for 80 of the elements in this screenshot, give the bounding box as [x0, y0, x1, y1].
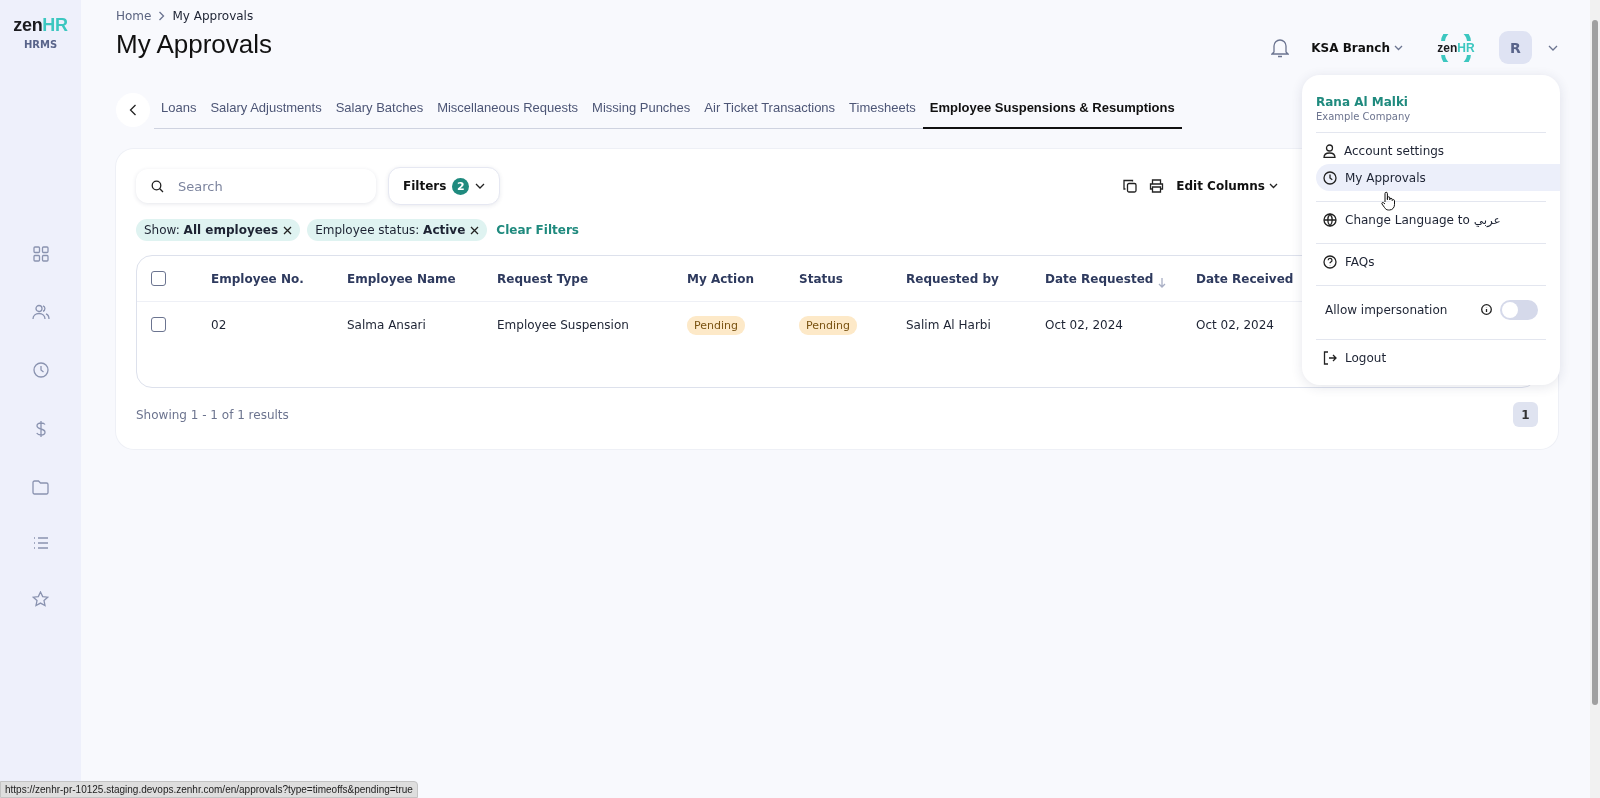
list-icon[interactable]	[32, 537, 49, 549]
toggle-switch[interactable]	[1500, 299, 1538, 320]
column-header[interactable]: Requested by	[906, 271, 999, 286]
filter-chip: Employee status: Active	[307, 219, 488, 241]
column-header[interactable]: Employee No.	[211, 271, 304, 286]
scrollbar[interactable]	[1590, 0, 1600, 798]
search-field[interactable]: Search	[136, 169, 376, 203]
remove-icon[interactable]	[283, 225, 293, 235]
column-header[interactable]: Date Requested	[1045, 271, 1154, 286]
info-icon[interactable]	[1481, 304, 1493, 315]
tab[interactable]: Salary Batches	[328, 90, 431, 129]
globe-icon	[1323, 212, 1337, 227]
company-logo: zenHR	[1433, 33, 1479, 62]
chevron-left-icon	[129, 103, 137, 116]
tab[interactable]: Employee Suspensions & Resumptions	[922, 90, 1182, 129]
sort-arrow-icon[interactable]	[1158, 277, 1166, 288]
clock-icon	[1323, 170, 1337, 185]
branch-dropdown[interactable]: KSA Branch	[1311, 40, 1403, 55]
dashboard-icon[interactable]	[32, 246, 49, 262]
person-icon	[1323, 143, 1336, 158]
star-icon[interactable]	[32, 591, 49, 607]
copy-icon[interactable]	[1123, 179, 1138, 193]
breadcrumb-current: My Approvals	[172, 9, 254, 23]
help-icon	[1323, 254, 1337, 269]
toggle-label: Allow impersonation	[1325, 302, 1448, 317]
table-cell: Salim Al Harbi	[906, 317, 991, 332]
table-cell: Employee Suspension	[497, 317, 629, 332]
dollar-icon[interactable]	[34, 420, 47, 438]
chevron-right-icon	[158, 11, 166, 21]
clear-filters-link[interactable]: Clear Filters	[496, 223, 579, 237]
logo: zenHR	[13, 15, 68, 36]
logout-icon	[1323, 350, 1337, 365]
column-header[interactable]: Request Type	[497, 271, 589, 286]
chevron-down-icon	[475, 183, 486, 189]
menu-item[interactable]: Account settings	[1316, 137, 1560, 164]
tab[interactable]: Miscellaneous Requests	[430, 90, 586, 129]
chevron-down-icon[interactable]	[1548, 44, 1558, 51]
bell-icon[interactable]	[1271, 37, 1290, 58]
company-name: Example Company	[1315, 110, 1412, 122]
tab[interactable]: Timesheets	[842, 90, 923, 129]
filter-chip: Show: All employees	[136, 219, 301, 241]
column-header[interactable]: Date Received	[1196, 271, 1294, 286]
hand-cursor-icon	[1381, 191, 1395, 211]
menu-item[interactable]: My Approvals	[1316, 164, 1560, 191]
user-name: Rana Al Malki	[1315, 95, 1409, 109]
menu-item[interactable]: Logout	[1316, 344, 1560, 371]
column-header[interactable]: Status	[799, 271, 843, 286]
status-badge: Pending	[799, 315, 857, 335]
table-cell: Salma Ansari	[347, 317, 426, 332]
column-header[interactable]: Employee Name	[347, 271, 456, 286]
print-icon[interactable]	[1149, 179, 1165, 193]
chevron-down-icon	[1394, 44, 1403, 51]
remove-icon[interactable]	[470, 225, 480, 235]
search-icon	[151, 180, 164, 193]
clock-icon[interactable]	[32, 362, 49, 378]
table-cell: Oct 02, 2024	[1045, 317, 1123, 332]
chevron-down-icon	[1269, 183, 1278, 189]
status-badge: Pending	[687, 315, 745, 335]
results-count: Showing 1 - 1 of 1 results	[136, 407, 289, 422]
tab[interactable]: Air Ticket Transactions	[697, 90, 843, 129]
checkbox[interactable]	[151, 271, 166, 286]
folder-icon[interactable]	[32, 480, 49, 495]
tab[interactable]: Loans	[154, 90, 204, 129]
checkbox[interactable]	[151, 317, 166, 332]
status-url: https://zenhr-pr-10125.staging.devops.zenhr.com/en/approvals?type=timeoffs&pending=true	[0, 781, 418, 798]
breadcrumb-link[interactable]: Home	[116, 9, 152, 23]
edit-columns-button[interactable]: Edit Columns	[1176, 179, 1278, 193]
filters-button[interactable]: Filters 2	[388, 167, 501, 205]
tab[interactable]: Missing Punches	[585, 90, 698, 129]
page-title: My Approvals	[116, 29, 273, 60]
people-icon[interactable]	[31, 304, 50, 320]
table-cell: 02	[211, 317, 227, 332]
column-header[interactable]: My Action	[687, 271, 754, 286]
menu-item[interactable]: Change Language to عربي	[1316, 206, 1560, 233]
tab[interactable]: Salary Adjustments	[203, 90, 329, 129]
avatar-button[interactable]: R	[1499, 31, 1532, 64]
table-cell: Oct 02, 2024	[1196, 317, 1274, 332]
product-label: HRMS	[23, 39, 58, 50]
menu-item[interactable]: FAQs	[1316, 248, 1560, 275]
page-button[interactable]: 1	[1513, 402, 1538, 427]
